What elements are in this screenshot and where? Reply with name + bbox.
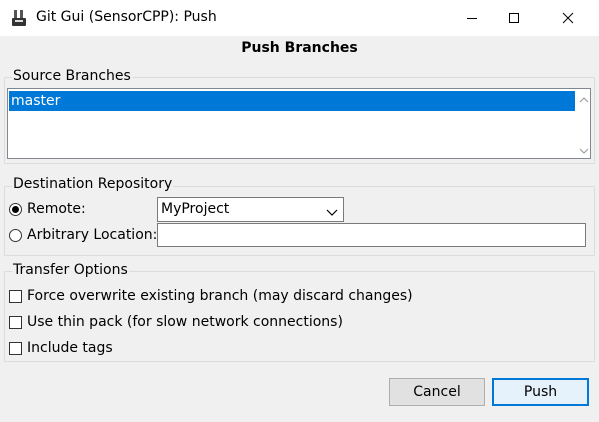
title-bar[interactable]: Git Gui (SensorCPP): Push — [0, 0, 599, 36]
close-button[interactable] — [545, 0, 591, 36]
scroll-up-icon[interactable] — [578, 93, 590, 103]
maximize-button[interactable] — [491, 0, 537, 36]
thin-pack-checkbox[interactable] — [9, 316, 22, 329]
maximize-icon — [509, 13, 519, 23]
transfer-options-label: Transfer Options — [12, 262, 129, 278]
include-tags-checkbox[interactable] — [9, 342, 22, 355]
arbitrary-location-input[interactable] — [157, 223, 586, 247]
scroll-down-icon[interactable] — [578, 144, 590, 154]
arbitrary-location-label: Arbitrary Location: — [27, 227, 158, 243]
push-dialog-window: Git Gui (SensorCPP): Push Push Branches … — [0, 0, 599, 422]
remote-radio[interactable] — [9, 203, 22, 216]
destination-repository-label: Destination Repository — [12, 176, 174, 192]
source-branches-list[interactable]: master — [7, 88, 591, 159]
thin-pack-label[interactable]: Use thin pack (for slow network connecti… — [27, 314, 343, 330]
dialog-heading: Push Branches — [241, 40, 358, 56]
force-overwrite-label[interactable]: Force overwrite existing branch (may dis… — [27, 288, 413, 304]
remote-select-value: MyProject — [161, 201, 230, 217]
minimize-button[interactable] — [449, 0, 495, 36]
window-title: Git Gui (SensorCPP): Push — [36, 9, 217, 25]
list-item[interactable]: master — [9, 91, 575, 111]
cancel-button[interactable]: Cancel — [389, 378, 485, 406]
minimize-icon — [467, 18, 477, 19]
chevron-down-icon — [326, 205, 338, 216]
git-gui-icon — [10, 8, 30, 28]
remote-select[interactable]: MyProject — [157, 197, 344, 222]
source-branches-label: Source Branches — [12, 68, 132, 84]
close-icon — [562, 12, 574, 24]
include-tags-label[interactable]: Include tags — [27, 340, 113, 356]
arbitrary-location-radio[interactable] — [9, 229, 22, 242]
push-button[interactable]: Push — [492, 378, 589, 406]
force-overwrite-checkbox[interactable] — [9, 290, 22, 303]
remote-label: Remote: — [27, 201, 86, 217]
